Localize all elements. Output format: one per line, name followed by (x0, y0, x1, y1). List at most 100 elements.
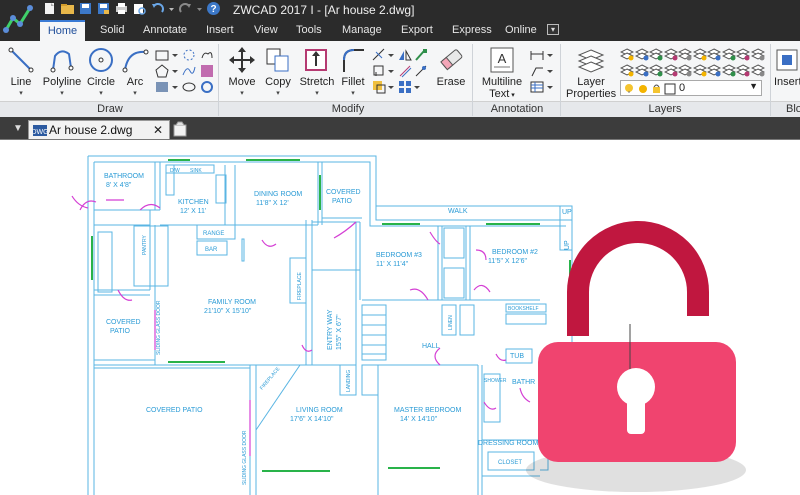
ellipse-icon[interactable] (182, 80, 196, 94)
layer-tool-icon[interactable] (649, 63, 663, 77)
print-preview-icon[interactable] (132, 1, 147, 16)
tab-export[interactable]: Export (399, 20, 435, 41)
arc-dropdown-icon[interactable]: ▾ (120, 88, 150, 100)
document-tab[interactable]: DWG Ar house 2.dwg ✕ (28, 120, 170, 139)
match-properties-icon[interactable] (414, 48, 428, 62)
layer-dropdown-arrow-icon[interactable]: ▼ (749, 81, 758, 91)
layer-tool-icon[interactable] (750, 47, 765, 61)
layer-tool-icon[interactable] (692, 63, 707, 77)
multiline-text-dropdown-icon[interactable]: ▾ (509, 92, 515, 99)
gradient-dropdown-icon[interactable] (170, 80, 180, 94)
arc-tool[interactable]: Arc ▾ (120, 46, 150, 100)
table-icon[interactable] (530, 80, 544, 94)
leader-icon[interactable] (530, 64, 544, 78)
scale-icon[interactable] (372, 80, 386, 94)
undo-dropdown-icon[interactable] (168, 1, 175, 16)
spline-icon[interactable] (182, 64, 196, 78)
layer-tool-icon[interactable] (663, 63, 678, 77)
layer-tool-icon[interactable] (663, 47, 678, 61)
scale-dropdown-icon[interactable] (386, 80, 396, 94)
tab-home[interactable]: Home (40, 20, 85, 41)
rotate-icon[interactable] (372, 64, 386, 78)
print-icon[interactable] (114, 1, 129, 16)
polyline-dropdown-icon[interactable]: ▾ (42, 88, 82, 100)
circle-tool[interactable]: Circle ▾ (84, 46, 118, 100)
help-icon[interactable]: ? (206, 1, 221, 16)
tab-insert[interactable]: Insert (204, 20, 236, 41)
layer-tool-icon[interactable] (649, 47, 663, 61)
redo-icon[interactable] (178, 1, 193, 16)
trim-dropdown-icon[interactable] (386, 48, 396, 62)
multiline-text-tool[interactable]: A Multiline Text ▾ (478, 46, 526, 102)
polygon-dropdown-icon[interactable] (170, 64, 180, 78)
layer-tool-icon[interactable] (692, 47, 707, 61)
ribbon-options-dropdown[interactable]: ▾ (547, 24, 559, 35)
undo-icon[interactable] (150, 1, 165, 16)
rectangle-dropdown-icon[interactable] (170, 48, 180, 62)
line-dropdown-icon[interactable]: ▾ (4, 88, 38, 100)
array-icon[interactable] (398, 80, 412, 94)
circle-dropdown-icon[interactable]: ▾ (84, 88, 118, 100)
layer-tool-icon[interactable] (678, 47, 692, 61)
document-list-dropdown-icon[interactable]: ▼ (13, 123, 23, 135)
insert-block-tool[interactable]: Insert (774, 46, 800, 88)
leader-dropdown-icon[interactable] (545, 64, 555, 78)
open-folder-icon[interactable] (60, 1, 75, 16)
stretch-dropdown-icon[interactable]: ▾ (297, 88, 337, 100)
layer-tool-icon[interactable] (620, 47, 634, 61)
tab-express[interactable]: Express (450, 20, 494, 41)
layer-tool-icon[interactable] (736, 47, 750, 61)
layer-tool-icon[interactable] (634, 47, 649, 61)
mirror-icon[interactable] (398, 48, 412, 62)
rotate-dropdown-icon[interactable] (386, 64, 396, 78)
drawing-canvas[interactable]: BATHROOM 8' X 4'8" KITCHEN 12' X 11' DIN… (0, 139, 800, 495)
hatch-dots-icon[interactable] (182, 48, 196, 62)
close-tab-icon[interactable]: ✕ (153, 123, 163, 137)
move-tool[interactable]: Move ▾ (224, 46, 260, 100)
tab-online[interactable]: Online (503, 20, 539, 41)
polyline-tool[interactable]: Polyline ▾ (42, 46, 82, 100)
explode-icon[interactable] (414, 64, 428, 78)
move-dropdown-icon[interactable]: ▾ (224, 88, 260, 100)
tab-tools[interactable]: Tools (294, 20, 324, 41)
dimension-linear-icon[interactable] (530, 48, 544, 62)
layer-tool-icon[interactable] (620, 63, 634, 77)
layer-properties-tool[interactable]: Layer Properties (566, 46, 616, 100)
fillet-tool[interactable]: Fillet ▾ (338, 46, 368, 100)
save-as-icon[interactable] (96, 1, 111, 16)
trim-icon[interactable] (372, 48, 386, 62)
rectangle-icon[interactable] (155, 48, 169, 62)
layer-tool-icon[interactable] (721, 47, 736, 61)
save-icon[interactable] (78, 1, 93, 16)
stretch-tool[interactable]: Stretch ▾ (297, 46, 337, 100)
zwcad-logo-icon[interactable] (0, 0, 38, 38)
layer-dropdown[interactable]: 0 ▼ (620, 80, 762, 96)
hatch-icon[interactable] (200, 64, 214, 78)
redo-dropdown-icon[interactable] (196, 1, 203, 16)
layer-tool-icon[interactable] (721, 63, 736, 77)
offset-icon[interactable] (398, 64, 412, 78)
fillet-dropdown-icon[interactable]: ▾ (338, 88, 368, 100)
new-file-icon[interactable] (42, 1, 57, 16)
tab-view[interactable]: View (252, 20, 280, 41)
layer-tool-icon[interactable] (707, 63, 721, 77)
revcloud-icon[interactable] (200, 48, 214, 62)
line-tool[interactable]: Line ▾ (4, 46, 38, 100)
array-dropdown-icon[interactable] (412, 80, 422, 94)
copy-dropdown-icon[interactable]: ▾ (262, 88, 294, 100)
layer-tool-icon[interactable] (634, 63, 649, 77)
table-dropdown-icon[interactable] (545, 80, 555, 94)
layer-tool-icon[interactable] (678, 63, 692, 77)
new-document-tab-icon[interactable] (172, 121, 188, 137)
polygon-icon[interactable] (155, 64, 169, 78)
layer-tool-icon[interactable] (736, 63, 750, 77)
erase-tool[interactable]: Erase (434, 46, 468, 88)
tab-annotate[interactable]: Annotate (141, 20, 189, 41)
tab-manage[interactable]: Manage (340, 20, 384, 41)
layer-tool-icon[interactable] (707, 47, 721, 61)
tab-solid[interactable]: Solid (98, 20, 126, 41)
donut-icon[interactable] (200, 80, 214, 94)
gradient-icon[interactable] (155, 80, 169, 94)
layer-tool-icon[interactable] (750, 63, 765, 77)
copy-tool[interactable]: Copy ▾ (262, 46, 294, 100)
